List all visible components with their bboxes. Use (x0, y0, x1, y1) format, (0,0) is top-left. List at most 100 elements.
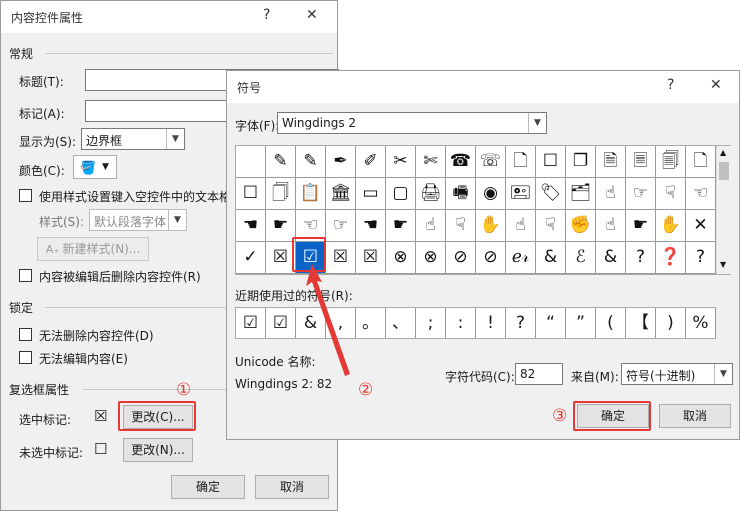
symbol-cell[interactable]: ☛ (386, 210, 416, 242)
symbol-cell[interactable]: ☚ (356, 210, 386, 242)
symbol-cell[interactable]: 🏛 (326, 178, 356, 210)
symbol-cell[interactable]: ✒ (326, 146, 356, 178)
lock-section-heading: 锁定 (9, 301, 34, 315)
symbol-cell[interactable]: 🗏 (626, 146, 656, 178)
recent-symbol-cell[interactable]: 、 (386, 308, 416, 338)
symbol-cell[interactable]: ☚ (236, 210, 266, 242)
use-style-label: 使用样式设置键入空控件中的文本格 (39, 190, 232, 204)
symbol-cell[interactable]: ℯ𝓇 (506, 242, 536, 274)
symbol-cell[interactable]: 🖭 (506, 178, 536, 210)
symbol-cell[interactable]: ▢ (386, 178, 416, 210)
symbol-cell[interactable]: ⊗ (416, 242, 446, 274)
from-select[interactable]: 符号(十进制) ▼ (621, 363, 733, 385)
recent-symbol-cell[interactable]: : (446, 308, 476, 338)
symbol-cell[interactable]: ✓ (236, 242, 266, 274)
symbol-cell[interactable]: ☝ (596, 210, 626, 242)
symbol-cell[interactable]: ☟ (446, 210, 476, 242)
symbol-cell[interactable]: ☜ (686, 178, 716, 210)
recent-symbol-cell[interactable]: 【 (626, 308, 656, 338)
no-delete-checkbox[interactable] (19, 328, 32, 341)
symbol-cell[interactable]: ❐ (566, 146, 596, 178)
use-style-checkbox[interactable] (19, 189, 32, 202)
symbol-cell[interactable]: ⊘ (446, 242, 476, 274)
symbol-cell[interactable]: 🗋 (686, 146, 716, 178)
close-icon[interactable]: ✕ (710, 77, 722, 93)
symbol-cell[interactable]: ☝ (596, 178, 626, 210)
symbol-cell[interactable]: ❓ (656, 242, 686, 274)
symbol-cell[interactable]: ☐ (236, 178, 266, 210)
style-select[interactable]: 默认段落字体 ▼ (89, 209, 187, 231)
change-unchecked-symbol-button[interactable]: 更改(N)... (123, 438, 193, 462)
recent-symbol-cell[interactable]: ☑ (266, 308, 296, 338)
new-style-button[interactable]: A₊ 新建样式(N)... (37, 237, 149, 261)
symbol-cell[interactable]: ☐ (536, 146, 566, 178)
help-icon[interactable]: ? (667, 77, 674, 93)
symbol-cell[interactable]: & (596, 242, 626, 274)
symbol-cell[interactable]: 📋 (296, 178, 326, 210)
symbol-cell[interactable]: ☞ (326, 210, 356, 242)
symbol-cell[interactable]: 🖷 (446, 178, 476, 210)
symbol-cell[interactable]: ✋ (656, 210, 686, 242)
symbol-cell[interactable]: 🗎 (596, 146, 626, 178)
symbol-cell[interactable]: ✎ (266, 146, 296, 178)
symbol-cell[interactable]: ✐ (356, 146, 386, 178)
chevron-down-icon: ▼ (714, 364, 732, 384)
symbol-cell[interactable]: ? (626, 242, 656, 274)
symbol-cell[interactable]: 🖨 (416, 178, 446, 210)
recent-symbol-cell[interactable]: ; (416, 308, 446, 338)
symbol-cell[interactable]: ✊ (566, 210, 596, 242)
recent-symbol-cell[interactable]: ” (566, 308, 596, 338)
char-code-input[interactable]: 82 (515, 363, 563, 385)
left-cancel-button[interactable]: 取消 (255, 475, 329, 499)
symbol-cell[interactable]: ☎ (446, 146, 476, 178)
no-edit-checkbox[interactable] (19, 351, 32, 364)
symbol-cell[interactable]: ✂ (386, 146, 416, 178)
symbol-cancel-button[interactable]: 取消 (659, 404, 731, 428)
symbol-cell[interactable]: ✋ (476, 210, 506, 242)
title-label: 标题(T): (19, 75, 64, 89)
close-icon[interactable]: ✕ (306, 7, 318, 23)
symbol-cell[interactable]: ☛ (626, 210, 656, 242)
recent-symbol-cell[interactable]: ( (596, 308, 626, 338)
symbol-cell[interactable]: 🗂 (566, 178, 596, 210)
recent-symbol-cell[interactable]: ? (506, 308, 536, 338)
symbol-cell[interactable]: ☞ (626, 178, 656, 210)
symbol-cell[interactable]: ▭ (356, 178, 386, 210)
symbol-cell[interactable]: ℰ (566, 242, 596, 274)
symbol-cell[interactable]: ⊘ (476, 242, 506, 274)
help-icon[interactable]: ? (263, 7, 270, 23)
symbol-cell[interactable]: ✕ (686, 210, 716, 242)
symbol-cell[interactable]: ☟ (536, 210, 566, 242)
recent-symbol-cell[interactable]: ☑ (236, 308, 266, 338)
left-ok-button[interactable]: 确定 (171, 475, 245, 499)
remove-on-edit-checkbox[interactable] (19, 269, 32, 282)
font-select[interactable]: Wingdings 2 ▼ (277, 112, 547, 134)
recent-symbol-cell[interactable]: ) (656, 308, 686, 338)
symbol-cell[interactable]: 🗋 (506, 146, 536, 178)
recent-symbol-cell[interactable]: % (686, 308, 716, 338)
symbol-cell[interactable]: 🗍 (266, 178, 296, 210)
symbol-cell[interactable]: ◉ (476, 178, 506, 210)
symbol-cell[interactable]: ✄ (416, 146, 446, 178)
symbol-dialog-titlebar: 符号 ? ✕ (227, 71, 739, 103)
scroll-down-icon[interactable]: ▼ (720, 260, 726, 269)
recent-symbol-cell[interactable]: “ (536, 308, 566, 338)
scroll-up-icon[interactable]: ▲ (720, 148, 726, 157)
symbol-cell[interactable]: ☝ (506, 210, 536, 242)
symbol-grid-scrollbar[interactable]: ▲ ▼ (716, 146, 731, 274)
symbol-cell[interactable]: 🗐 (656, 146, 686, 178)
scroll-thumb[interactable] (719, 162, 729, 180)
symbol-cell[interactable]: ? (686, 242, 716, 274)
left-dialog-title: 内容控件属性 (11, 11, 84, 25)
symbol-cell[interactable]: ✎ (296, 146, 326, 178)
color-picker-button[interactable]: 🪣 ▼ (73, 155, 117, 179)
symbol-cell[interactable]: 🏷 (536, 178, 566, 210)
symbol-cell[interactable]: ☏ (476, 146, 506, 178)
symbol-cell[interactable]: ☟ (656, 178, 686, 210)
symbol-cell[interactable] (236, 146, 266, 178)
symbol-cell[interactable]: & (536, 242, 566, 274)
symbol-cell[interactable]: ☝ (416, 210, 446, 242)
symbol-cell[interactable]: ⊗ (386, 242, 416, 274)
recent-symbol-cell[interactable]: ! (476, 308, 506, 338)
show-as-select[interactable]: 边界框 ▼ (81, 128, 185, 150)
